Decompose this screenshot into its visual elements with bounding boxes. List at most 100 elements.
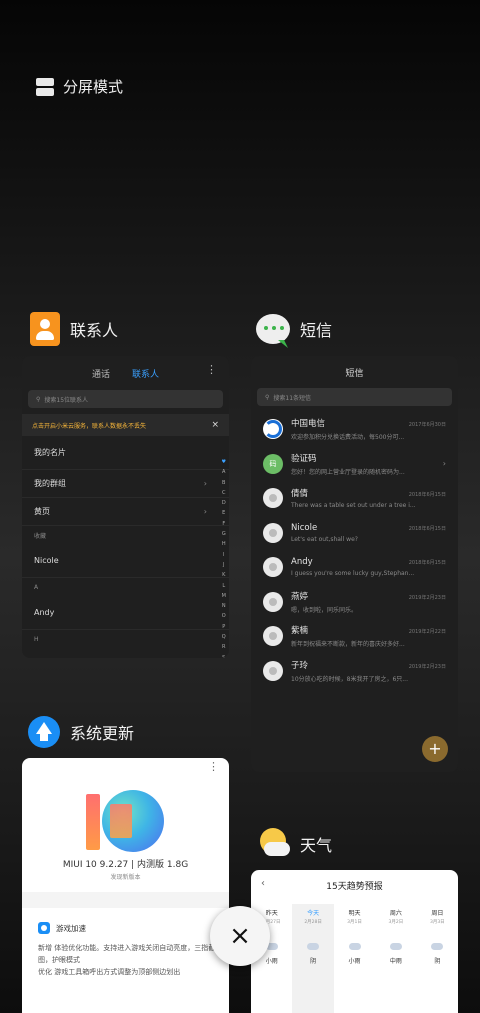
forecast-day[interactable]: 周六 3月2日 — [375, 904, 416, 929]
cloud-service-banner[interactable]: 点击开启小米云服务，联系人数据永不丢失 × — [22, 414, 229, 436]
more-options-icon[interactable]: ⋮ — [206, 364, 217, 375]
section-header-favorites: 收藏 — [34, 532, 47, 540]
forecast-day-label: 今天 — [307, 910, 320, 917]
system-update-icon — [28, 716, 60, 748]
index-letter[interactable]: G — [222, 530, 226, 539]
contacts-tabs: 通话 联系人 ⋮ — [22, 356, 229, 390]
index-letter[interactable]: Q — [222, 633, 226, 642]
index-letter[interactable]: D — [222, 499, 226, 508]
contacts-list: 我的名片 我的群组› 黄页› 收藏 Nicole A Andy H 哈哈 ♥AB… — [22, 436, 229, 658]
weather-card[interactable]: ‹ 15天趋势预报 昨天 2月27日 今天 2月28日 明天 3月1日 周六 3月2日 周日 3月… — [251, 870, 458, 1013]
list-item-my-card[interactable]: 我的名片 — [22, 436, 229, 470]
sms-preview: 嗯，收到啦，同乐同乐。 — [291, 606, 358, 614]
close-all-button[interactable]: × — [210, 906, 270, 966]
split-screen-button[interactable]: 分屏模式 — [36, 76, 123, 97]
weather-title: 15天趋势预报 — [326, 881, 383, 892]
sms-thread-item[interactable]: 倩倩 2018年6月15日 There was a table set out un… — [251, 481, 458, 516]
forecast-day[interactable]: 今天 2月28日 — [292, 904, 334, 929]
sms-sender-name: 验证码 — [291, 453, 317, 464]
sms-search-placeholder: 搜索11条短信 — [273, 394, 312, 402]
index-letter[interactable]: I — [223, 551, 224, 560]
forecast-date: 2月28日 — [304, 920, 322, 925]
feature-game-boost: 游戏加速 — [38, 922, 86, 934]
sms-search-input[interactable]: ⚲ 搜索11条短信 — [257, 388, 452, 406]
split-screen-label: 分屏模式 — [63, 78, 124, 96]
sms-preview: 您好！您的网上营业厅登录的随机密码为... — [291, 468, 405, 476]
section-header-a: A — [34, 583, 39, 591]
index-letter[interactable]: O — [222, 612, 226, 621]
contacts-search-input[interactable]: ⚲ 搜索15位联系人 — [28, 390, 223, 408]
update-card[interactable]: ⋮ MIUI 10 9.2.27 | 内测版 1.8G 发现新版本 游戏加速 新… — [22, 758, 229, 1013]
search-icon: ⚲ — [36, 395, 41, 403]
sms-date: 2019年2月23日 — [408, 594, 446, 601]
index-letter[interactable]: S — [222, 654, 225, 658]
tab-contacts[interactable]: 联系人 — [132, 367, 159, 380]
forecast-date: 3月1日 — [347, 920, 362, 925]
forecast-condition: 阴 — [417, 929, 458, 1013]
sms-thread-item[interactable]: 中国电信 2017年6月30日 欢迎参加积分兑换话费活动，每500分可... — [251, 412, 458, 447]
list-item-andy[interactable]: Andy — [22, 596, 229, 630]
forecast-day-label: 明天 — [348, 910, 361, 917]
avatar — [263, 522, 283, 543]
sms-thread-item[interactable]: 紫楠 2019年2月22日 新年到祝福来不断款，新年的喜庆好多好... — [251, 619, 458, 654]
list-item-label: Nicole — [34, 556, 59, 565]
miui10-logo — [86, 790, 166, 852]
cloud-icon — [431, 943, 444, 950]
tab-calls[interactable]: 通话 — [92, 367, 110, 380]
index-letter[interactable]: F — [222, 520, 225, 529]
sms-thread-item[interactable]: 码验证码 您好！您的网上营业厅登录的随机密码为... › — [251, 447, 458, 482]
sms-thread-body: Andy 2018年6月15日 I guess you're some lucky … — [291, 557, 446, 577]
forecast-condition-text: 中雨 — [389, 958, 402, 965]
sms-sender-name: 倩倩 — [291, 489, 309, 500]
list-item-label: Andy — [34, 608, 55, 617]
cloud-icon — [307, 943, 320, 950]
index-letter[interactable]: H — [222, 540, 226, 549]
contacts-card[interactable]: 通话 联系人 ⋮ ⚲ 搜索15位联系人 点击开启小米云服务，联系人数据永不丢失 … — [22, 356, 229, 658]
sms-app-header[interactable]: 短信 — [256, 314, 332, 344]
list-item-yellow-pages[interactable]: 黄页 › — [22, 498, 229, 526]
alphabet-index[interactable]: ♥ A B C D E F G H I J K L M N O P Q R S — [222, 458, 226, 658]
index-letter[interactable]: B — [222, 479, 225, 488]
forecast-days: 昨天 2月27日 今天 2月28日 明天 3月1日 周六 3月2日 周日 3月3日 — [251, 904, 458, 929]
forecast-day[interactable]: 周日 3月3日 — [417, 904, 458, 929]
list-item-haha[interactable]: 哈哈 — [22, 648, 229, 658]
index-letter[interactable]: K — [222, 571, 225, 580]
weather-app-header[interactable]: 天气 — [258, 828, 332, 860]
sms-thread-body: 子玲 2019年2月23日 10分放心吃的时候，8米我开了房之，6只... — [291, 659, 446, 683]
index-letter[interactable]: R — [222, 643, 225, 652]
update-app-name: 系统更新 — [70, 724, 135, 743]
index-letter[interactable]: M — [222, 592, 226, 601]
index-letter[interactable]: C — [222, 489, 226, 498]
index-letter[interactable]: E — [222, 509, 225, 518]
new-message-button[interactable]: + — [422, 736, 448, 762]
sms-thread-item[interactable]: 子玲 2019年2月23日 10分放心吃的时候，8米我开了房之，6只... — [251, 654, 458, 689]
cloud-icon — [348, 943, 361, 950]
contacts-app-name: 联系人 — [70, 321, 119, 340]
list-item-label: 黄页 — [34, 507, 50, 516]
update-app-header[interactable]: 系统更新 — [28, 716, 134, 748]
index-letter[interactable]: J — [223, 561, 224, 570]
index-letter[interactable]: L — [222, 582, 225, 591]
index-letter[interactable]: A — [222, 468, 225, 477]
sms-thread-item[interactable]: 燕婷 2019年2月23日 嗯，收到啦，同乐同乐。 — [251, 585, 458, 620]
forecast-condition: 阴 — [292, 929, 334, 1013]
more-options-icon[interactable]: ⋮ — [208, 760, 219, 773]
index-letter[interactable]: P — [222, 623, 225, 632]
list-item-nicole[interactable]: Nicole — [22, 544, 229, 578]
back-arrow-icon[interactable]: ‹ — [261, 878, 265, 889]
list-item-my-groups[interactable]: 我的群组 › — [22, 470, 229, 498]
sms-date: 2019年2月23日 — [408, 663, 446, 670]
banner-close-icon[interactable]: × — [211, 420, 219, 430]
new-version-text: 发现新版本 — [110, 874, 141, 881]
index-favorites-heart[interactable]: ♥ — [222, 458, 226, 467]
contacts-app-icon — [30, 312, 60, 346]
game-boost-icon — [38, 922, 50, 934]
sms-card[interactable]: 短信 ⚲ 搜索11条短信 中国电信 2017年6月30日 欢迎参加积分兑换话费活动，… — [251, 356, 458, 772]
index-letter[interactable]: N — [222, 602, 226, 611]
avatar — [263, 557, 283, 578]
weather-title-bar: ‹ 15天趋势预报 — [251, 870, 458, 900]
sms-thread-item[interactable]: Nicole 2018年6月15日 Let's eat out,shall we? — [251, 516, 458, 551]
sms-thread-item[interactable]: Andy 2018年6月15日 I guess you're some lucky … — [251, 550, 458, 585]
forecast-day[interactable]: 明天 3月1日 — [334, 904, 375, 929]
contacts-app-header[interactable]: 联系人 — [30, 312, 118, 346]
